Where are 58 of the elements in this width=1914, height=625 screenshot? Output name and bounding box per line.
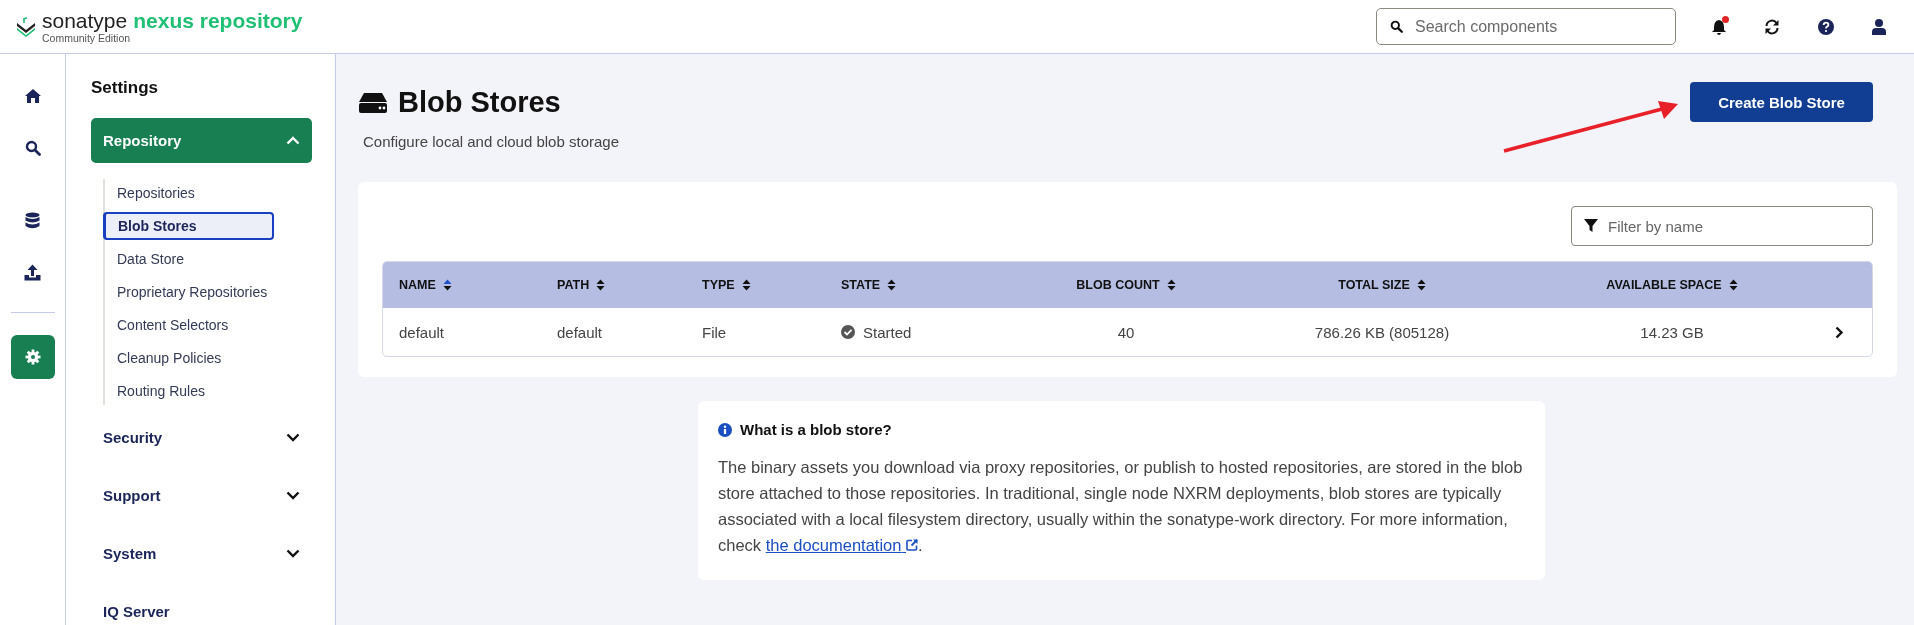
- chevron-right-icon[interactable]: [1834, 325, 1844, 339]
- logo-icon: [16, 16, 36, 37]
- info-icon: [718, 422, 732, 437]
- chevron-icon: [286, 136, 300, 145]
- table-cell: 14.23 GB: [1640, 323, 1704, 341]
- external-link-icon: [906, 539, 919, 551]
- sidebar-section[interactable]: Security: [91, 415, 312, 460]
- sidebar-item[interactable]: Content Selectors: [103, 311, 274, 339]
- table-cell-text: default: [557, 323, 604, 341]
- info-title: What is a blob store?: [740, 421, 892, 438]
- page-title: Blob Stores: [398, 86, 561, 119]
- column-header[interactable]: TYPE: [702, 278, 735, 292]
- column-header[interactable]: NAME: [399, 278, 436, 292]
- notifications-button[interactable]: [1712, 18, 1726, 35]
- create-blob-store-button[interactable]: Create Blob Store: [1690, 82, 1873, 122]
- sidebar-section[interactable]: Support: [91, 473, 312, 518]
- sidebar-title: Settings: [91, 78, 160, 98]
- filter-field[interactable]: Filter by name: [1571, 206, 1873, 246]
- sidebar-item[interactable]: Blob Stores: [103, 212, 274, 240]
- user-icon[interactable]: [1872, 18, 1886, 35]
- chevron-icon: [286, 491, 300, 500]
- table-cell-text: File: [702, 323, 728, 341]
- logo-brand: sonatype: [42, 9, 128, 31]
- table-cell: 786.26 KB (805128): [1314, 323, 1450, 341]
- sidebar-item[interactable]: Routing Rules: [103, 377, 274, 405]
- page-subtitle: Configure local and cloud blob storage: [363, 133, 619, 150]
- sidebar-section[interactable]: IQ Server: [91, 589, 312, 625]
- column-header[interactable]: AVAILABLE SPACE: [1606, 278, 1722, 292]
- check-circle-icon: [841, 325, 855, 339]
- column-header[interactable]: STATE: [841, 278, 881, 292]
- help-icon[interactable]: [1818, 18, 1834, 35]
- logo-product: nexus repository: [133, 9, 303, 31]
- sidebar-section[interactable]: System: [91, 531, 312, 576]
- info-text: The binary assets you download via proxy repositories, or publish to hosted repositories, are stored in the blob store attached to those repositories. In traditional, single node NXRM deployments, blob stores are typically associated with a local filesystem directory, usually within the sonatype-work directory. For more information, check the documentation .: [718, 457, 1524, 556]
- upload-icon: [24, 263, 41, 281]
- table-cell-text: default: [399, 323, 446, 341]
- sidebar-item[interactable]: Proprietary Repositories: [103, 278, 274, 306]
- sidebar-item[interactable]: Data Store: [103, 245, 274, 273]
- chevron-icon: [286, 549, 300, 558]
- logo-edition: Community Edition: [42, 31, 132, 44]
- column-header[interactable]: TOTAL SIZE: [1338, 278, 1410, 292]
- refresh-icon[interactable]: [1764, 18, 1780, 35]
- database-icon: [25, 211, 40, 229]
- column-header[interactable]: BLOB COUNT: [1076, 278, 1160, 292]
- settings-icon: [24, 349, 41, 365]
- bell-icon: [1712, 18, 1726, 35]
- sidebar-item[interactable]: Cleanup Policies: [103, 344, 274, 372]
- sidebar-item[interactable]: Repositories: [103, 179, 274, 207]
- home-icon: [23, 88, 42, 104]
- search-icon: [24, 140, 41, 156]
- hard-drive-icon: [358, 91, 388, 114]
- chevron-icon: [286, 433, 300, 442]
- table-cell: 40: [1117, 323, 1135, 341]
- table-cell: Started: [863, 323, 912, 341]
- sidebar-section[interactable]: Repository: [91, 118, 312, 163]
- documentation-link[interactable]: the documentation: [765, 536, 919, 554]
- search-field[interactable]: Search components: [1376, 8, 1676, 45]
- column-header[interactable]: PATH: [557, 278, 590, 292]
